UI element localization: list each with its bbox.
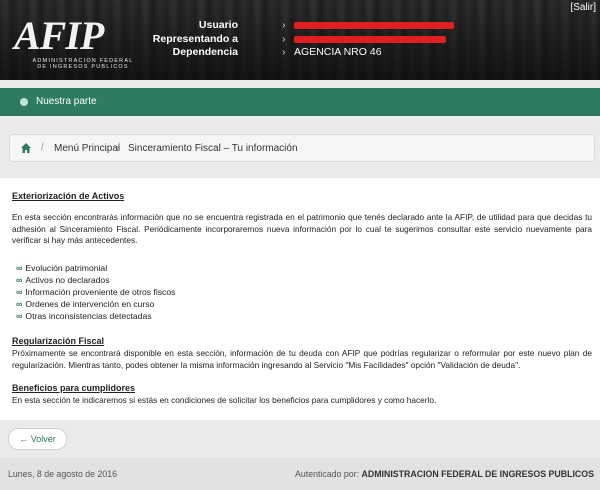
header-row-dependencia: Dependencia › AGENCIA NRO 46 [160,46,460,60]
breadcrumb-current: Sinceramiento Fiscal – Tu información [128,143,298,154]
link-icon: ∞ [16,275,23,285]
usuario-label: Usuario [198,19,238,31]
breadcrumb: / Menú Principal / Sinceramiento Fiscal … [9,134,595,162]
main-content: Exteriorización de Activos En esta secci… [0,178,600,420]
dependencia-value: AGENCIA NRO 46 [294,46,382,58]
section-title-beneficios: Beneficios para cumplidores [12,383,136,393]
header-row-representando: Representando a › [153,33,460,47]
link-activos-no-declarados[interactable]: ∞ Activos no declarados [16,275,110,287]
section-text-exteriorizacion: En esta sección encontrarás información … [12,212,592,245]
link-otras-inconsistencias[interactable]: ∞ Otras inconsistencias detectadas [16,311,152,323]
representando-label: Representando a [152,33,238,45]
link-icon: ∞ [16,311,23,321]
section-bar-label: Nuestra parte [36,96,97,107]
representando-value-redacted [294,33,446,46]
link-icon: ∞ [16,263,23,273]
app-header: AFIP ADMINISTRACION FEDERAL DE INGRESOS … [0,0,600,80]
chevron-right-icon: › [282,33,286,45]
breadcrumb-separator: / [41,142,44,153]
link-icon: ∞ [16,287,23,297]
footer-date: Lunes, 8 de agosto de 2016 [8,469,118,479]
chevron-right-icon: › [282,19,286,31]
page-footer: Lunes, 8 de agosto de 2016 Autenticado p… [0,458,600,490]
footer-auth-entity: ADMINISTRACION FEDERAL DE INGRESOS PUBLI… [361,469,594,479]
usuario-value-redacted [294,19,454,32]
link-icon: ∞ [16,299,23,309]
bullet-icon [20,98,28,106]
breadcrumb-menu-principal[interactable]: Menú Principal [54,143,120,154]
section-text-regularizacion: Próximamente se encontrará disponible en… [12,348,592,370]
header-row-usuario: Usuario › [160,19,460,33]
logo-line2: DE INGRESOS PUBLICOS [37,64,129,70]
link-ordenes-intervencion[interactable]: ∞ Ordenes de intervención en curso [16,299,154,311]
logo-mark: AFIP [14,13,104,58]
breadcrumb-separator: / [117,142,120,153]
dependencia-label: Dependencia [172,46,238,58]
home-icon[interactable] [20,142,32,154]
section-text-beneficios: En esta sección te indicaremos si estás … [12,395,437,405]
back-button[interactable]: ← Volver [8,428,67,450]
footer-auth-prefix: Autenticado por: [294,469,360,479]
chevron-right-icon: › [282,46,286,58]
section-bar: Nuestra parte [0,88,600,116]
logout-link[interactable]: [Salir] [570,2,596,13]
footer-authenticated: Autenticado por: ADMINISTRACION FEDERAL … [295,469,594,479]
section-title-regularizacion: Regularización Fiscal [12,336,105,346]
link-otros-fiscos[interactable]: ∞ Información proveniente de otros fiscos [16,287,175,299]
link-evolucion-patrimonial[interactable]: ∞ Evolución patrimonial [16,263,107,275]
afip-logo: AFIP ADMINISTRACION FEDERAL DE INGRESOS … [14,13,142,71]
section-title-exteriorizacion: Exteriorización de Activos [12,191,125,201]
